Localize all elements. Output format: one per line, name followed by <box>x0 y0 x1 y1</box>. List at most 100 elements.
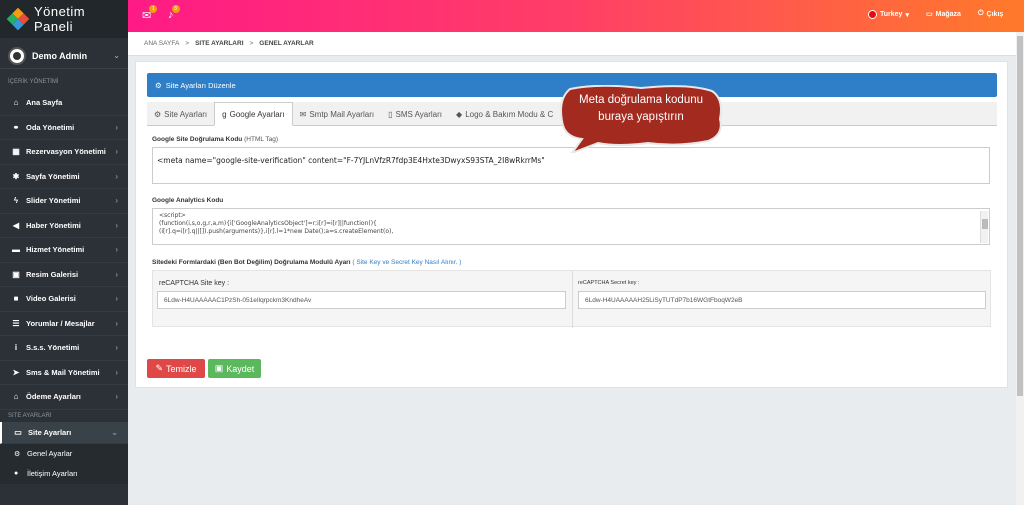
sidebar-item-list[interactable]: ☰ Yorumlar / Mesajlar › <box>0 312 128 336</box>
secret-key-input[interactable]: 6Ldw-H4UAAAAAH25LiSyTUTdP7b16WGtFboqW2eB <box>578 291 986 309</box>
chevron-right-icon: › <box>115 122 118 132</box>
bullhorn-icon: ◀ <box>12 220 20 230</box>
chevron-right-icon: › <box>115 171 118 181</box>
tab-label: Google Ayarları <box>229 109 285 119</box>
bolt-icon: ϟ <box>13 196 19 206</box>
bell-icon[interactable]: ♪ 3 <box>168 5 180 21</box>
image-icon: ▣ <box>12 269 20 279</box>
verification-label: Google Site Doğrulama Kodu (HTML Tag) <box>152 136 278 143</box>
breadcrumb-separator: > <box>249 40 254 47</box>
monitor-icon: ▭ <box>14 427 22 437</box>
sidebar-item-bank[interactable]: ⌂ Ödeme Ayarları › <box>0 385 128 410</box>
sidebar-item-asterisk[interactable]: ✱ Sayfa Yönetimi › <box>0 165 128 189</box>
analytics-line: <script> <box>159 212 186 219</box>
asterisk-icon: ✱ <box>12 171 20 181</box>
tab-gear[interactable]: ⚙ Site Ayarları <box>147 102 214 126</box>
analytics-line: (i[r].q=i[r].q||[]).push(arguments)},i[r… <box>159 228 394 235</box>
chevron-right-icon: › <box>115 367 118 377</box>
home-icon: ⌂ <box>13 98 19 108</box>
floppy-icon: ▣ <box>214 363 224 373</box>
sidebar-item-site-settings[interactable]: ▭ Site Ayarları ⌄ <box>0 421 128 444</box>
panel-title: Site Ayarları Düzenle <box>165 80 236 90</box>
analytics-label: Google Analytics Kodu <box>152 197 224 204</box>
envelope-icon[interactable]: ✉ 1 <box>142 5 158 22</box>
sidebar-item-suitcase[interactable]: ▬ Hizmet Yönetimi › <box>0 238 128 263</box>
caret-down-icon: ▾ <box>905 11 909 19</box>
sidebar-item-home[interactable]: ⌂ Ana Sayfa <box>0 91 128 116</box>
analytics-scrollbar[interactable] <box>980 211 988 243</box>
sidebar-item-image[interactable]: ▣ Resim Galerisi › <box>0 263 128 287</box>
sidebar-item-label: Oda Yönetimi <box>26 122 75 132</box>
site-key-label: reCAPTCHA Site key : <box>159 280 230 287</box>
brand[interactable]: Yönetim Paneli <box>0 0 128 38</box>
site-key-input[interactable]: 6Ldw-H4UAAAAAC1PzSh-051eIlqrpckm3KndheAv <box>157 291 566 309</box>
tab-mobile[interactable]: ▯ SMS Ayarları <box>381 102 449 126</box>
user-menu[interactable]: Demo Admin ⌄ <box>0 43 128 69</box>
recaptcha-settings: reCAPTCHA Site key : 6Ldw-H4UAAAAAC1PzSh… <box>152 270 991 328</box>
save-button[interactable]: ▣ Kaydet <box>208 359 261 378</box>
callout-bubble: Meta doğrulama kodunu buraya yapıştırın <box>558 84 724 156</box>
sidebar-subitem[interactable]: ⚙ Genel Ayarlar <box>0 443 128 464</box>
analytics-code-input[interactable]: <script> (function(i,s,o,g,r,a,m){i['Goo… <box>152 208 990 245</box>
table-icon: ▦ <box>12 147 20 157</box>
save-button-label: Kaydet <box>226 363 255 374</box>
avatar <box>8 46 26 65</box>
sidebar-item-bed[interactable]: ⚭ Oda Yönetimi › <box>0 116 128 140</box>
sidebar-item-label: Sms & Mail Yönetimi <box>26 367 100 377</box>
sidebar-subitem[interactable]: ● İletişim Ayarları <box>0 463 128 484</box>
store-link[interactable]: ▭ Mağaza <box>926 10 961 19</box>
chevron-down-icon: ⌄ <box>111 427 118 437</box>
sidebar: Yönetim Paneli Demo Admin ⌄ İÇERİK YÖNET… <box>0 0 128 505</box>
verification-label-text: Google Site Doğrulama Kodu <box>152 136 243 143</box>
language-selector[interactable]: Turkey ▾ <box>868 10 909 19</box>
callout-line: Meta doğrulama kodunu <box>578 94 704 106</box>
breadcrumb-separator: > <box>185 40 190 47</box>
sidebar-item-video[interactable]: ■ Video Galerisi › <box>0 287 128 312</box>
sidebar-submenu: ⚙ Genel Ayarlar ● İletişim Ayarları <box>0 443 128 484</box>
sidebar-item-label: Haber Yönetimi <box>26 220 81 230</box>
recaptcha-help-link[interactable]: ( Site Key ve Secret Key Nasıl Alınır. ) <box>352 259 461 266</box>
paper-plane-icon: ➤ <box>12 367 20 377</box>
sidebar-item-label: Ödeme Ayarları <box>26 392 81 402</box>
list-icon: ☰ <box>12 318 20 328</box>
sidebar-item-label: Sayfa Yönetimi <box>26 171 80 181</box>
tab-tag[interactable]: ◆ Logo & Bakım Modu & C <box>449 102 560 126</box>
laptop-icon: ▭ <box>926 11 933 18</box>
chevron-right-icon: › <box>115 147 118 157</box>
sidebar-menu: ⌂ Ana Sayfa ⚭ Oda Yönetimi › ▦ Rezervasyon Yön… <box>0 91 128 410</box>
breadcrumb-home[interactable]: ANA SAYFA <box>144 40 179 47</box>
logout-link[interactable]: ⏻ Çıkış <box>978 10 1003 18</box>
page-scrollbar[interactable] <box>1016 32 1024 505</box>
chevron-right-icon: › <box>115 294 118 304</box>
sidebar-subitem-label: İletişim Ayarları <box>27 469 78 478</box>
callout-text: Meta doğrulama kodunu buraya yapıştırın <box>564 92 718 126</box>
recaptcha-label: Sitedeki Formlardaki (Ben Bot Değilim) D… <box>152 259 461 266</box>
bank-icon: ⌂ <box>13 392 19 402</box>
user-name: Demo Admin <box>32 50 88 61</box>
tab-label: Smtp Mail Ayarları <box>309 109 375 119</box>
sidebar-item-bullhorn[interactable]: ◀ Haber Yönetimi › <box>0 214 128 238</box>
turkey-flag-icon <box>868 10 877 19</box>
brand-logo-icon <box>6 7 30 31</box>
sidebar-item-label: Hizmet Yönetimi <box>26 245 85 255</box>
sidebar-item-info[interactable]: i S.s.s. Yönetimi › <box>0 336 128 361</box>
tab-google[interactable]: g Google Ayarları <box>214 102 293 126</box>
sidebar-item-paper-plane[interactable]: ➤ Sms & Mail Yönetimi › <box>0 361 128 385</box>
tab-label: SMS Ayarları <box>395 109 443 119</box>
brand-title: Yönetim Paneli <box>33 4 86 34</box>
sidebar-item-label: Resim Galerisi <box>26 269 79 279</box>
sidebar-item-bolt[interactable]: ϟ Slider Yönetimi › <box>0 189 128 214</box>
sidebar-subitem-label: Genel Ayarlar <box>27 449 73 458</box>
clear-button-label: Temizle <box>166 363 197 374</box>
bell-badge: 3 <box>171 5 180 13</box>
breadcrumb-settings[interactable]: SITE AYARLARI <box>195 40 243 47</box>
video-icon: ■ <box>13 294 19 304</box>
power-icon: ⏻ <box>978 10 984 17</box>
tab-envelope[interactable]: ✉ Smtp Mail Ayarları <box>293 102 381 126</box>
topbar: ✉ 1 ♪ 3 Turkey ▾ ▭ Mağaza ⏻ Çıkış <box>128 0 1024 32</box>
clear-button[interactable]: ✎ Temizle <box>147 359 205 378</box>
analytics-line: (function(i,s,o,g,r,a,m){i['GoogleAnalyt… <box>159 220 377 227</box>
sidebar-item-table[interactable]: ▦ Rezervasyon Yönetimi › <box>0 140 128 165</box>
chevron-right-icon: › <box>115 245 118 255</box>
secret-key-label: reCAPTCHA Secret key : <box>578 280 640 286</box>
